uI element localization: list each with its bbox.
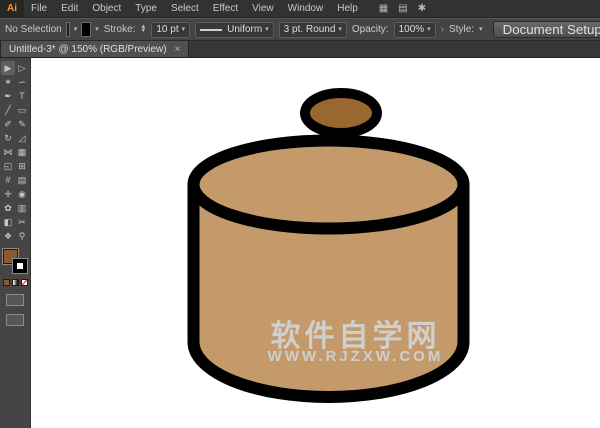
paintbrush-tool-icon[interactable]: ✐ — [1, 117, 15, 131]
artboard-canvas[interactable]: 软件自学网 WWW.RJZXW.COM — [31, 58, 600, 428]
width-profile-icon — [200, 28, 223, 31]
stroke-weight-caret-icon[interactable]: ▾ — [182, 26, 186, 33]
menu-bar: Ai File Edit Object Type Select Effect V… — [0, 0, 600, 18]
more-options-chevron-icon[interactable]: › — [441, 24, 444, 35]
tools-panel: ▶ ▷ ✶ ∽ ✒ T ╱ ▭ ✐ ✎ ↻ ◿ ⋈ ▦ ◱ ⊞ # ▤ ✛ ◉ ✿ ▥ ◧ ✂ ❖ ⚲ — [0, 58, 31, 428]
fill-color-swatch[interactable] — [65, 22, 70, 37]
menu-file[interactable]: File — [24, 0, 54, 18]
mesh-tool-icon[interactable]: # — [1, 173, 15, 187]
gradient-tool-icon[interactable]: ▤ — [15, 173, 29, 187]
menu-window[interactable]: Window — [281, 0, 331, 18]
pen-tool-icon[interactable]: ✒ — [1, 89, 15, 103]
stroke-color-swatch[interactable] — [81, 22, 92, 37]
artboard-tool-icon[interactable]: ◧ — [1, 215, 15, 229]
selection-status-label: No Selection — [5, 24, 62, 35]
hand-tool-icon[interactable]: ❖ — [1, 229, 15, 243]
line-segment-tool-icon[interactable]: ╱ — [1, 103, 15, 117]
fill-stroke-indicator[interactable] — [2, 248, 28, 274]
rotate-tool-icon[interactable]: ↻ — [1, 131, 15, 145]
menu-help[interactable]: Help — [330, 0, 365, 18]
stroke-weight-stepper[interactable]: ▲ ▼ — [140, 24, 146, 33]
document-tab-bar: Untitled-3* @ 150% (RGB/Preview) × — [0, 41, 600, 58]
brush-caret-icon[interactable]: ▾ — [338, 26, 342, 33]
eyedropper-tool-icon[interactable]: ✛ — [1, 187, 15, 201]
cs-services-icon[interactable]: ✱ — [418, 3, 426, 14]
scale-tool-icon[interactable]: ◿ — [15, 131, 29, 145]
blend-tool-icon[interactable]: ◉ — [15, 187, 29, 201]
perspective-grid-tool-icon[interactable]: ⊞ — [15, 159, 29, 173]
toolbar-stroke-swatch[interactable] — [12, 258, 28, 274]
pot-lid-shape[interactable] — [187, 134, 470, 235]
zoom-tool-icon[interactable]: ⚲ — [15, 229, 29, 243]
gradient-button-icon[interactable] — [11, 279, 19, 286]
screen-mode-icon[interactable] — [6, 314, 24, 326]
menu-effect[interactable]: Effect — [206, 0, 245, 18]
lasso-tool-icon[interactable]: ∽ — [15, 75, 29, 89]
stroke-weight-field[interactable]: 10 pt ▾ — [151, 21, 191, 38]
workspace-switcher-icon[interactable]: ▤ — [398, 3, 407, 14]
style-caret-icon[interactable]: ▾ — [479, 26, 483, 33]
pot-knob-shape[interactable] — [300, 88, 382, 138]
menu-object[interactable]: Object — [85, 0, 128, 18]
slice-tool-icon[interactable]: ✂ — [15, 215, 29, 229]
variable-width-dropdown[interactable]: Uniform ▾ — [195, 21, 274, 38]
menu-edit[interactable]: Edit — [54, 0, 85, 18]
opacity-caret-icon[interactable]: ▾ — [427, 26, 431, 33]
tab-close-icon[interactable]: × — [174, 44, 180, 55]
direct-selection-tool-icon[interactable]: ▷ — [15, 61, 29, 75]
rectangle-tool-icon[interactable]: ▭ — [15, 103, 29, 117]
symbol-sprayer-tool-icon[interactable]: ✿ — [1, 201, 15, 215]
illustrator-logo: Ai — [0, 0, 24, 18]
drawing-modes-icon[interactable] — [6, 294, 24, 306]
document-tab[interactable]: Untitled-3* @ 150% (RGB/Preview) × — [0, 41, 190, 57]
shape-builder-tool-icon[interactable]: ◱ — [1, 159, 15, 173]
fill-dropdown-caret-icon[interactable]: ▾ — [74, 26, 78, 33]
selection-tool-icon[interactable]: ▶ — [1, 61, 15, 75]
opacity-label: Opacity: — [351, 24, 389, 35]
width-tool-icon[interactable]: ⋈ — [1, 145, 15, 159]
pot-illustration — [187, 88, 470, 403]
document-tab-title: Untitled-3* @ 150% (RGB/Preview) — [9, 43, 167, 55]
brush-definition-dropdown[interactable]: 3 pt. Round ▾ — [278, 21, 347, 38]
toolbar-tools: ▶ ▷ ✶ ∽ ✒ T ╱ ▭ ✐ ✎ ↻ ◿ ⋈ ▦ ◱ ⊞ # ▤ ✛ ◉ ✿ ▥ ◧ ✂ ❖ ⚲ — [1, 61, 29, 243]
variable-width-caret-icon[interactable]: ▾ — [265, 26, 269, 33]
menu-view[interactable]: View — [245, 0, 281, 18]
type-tool-icon[interactable]: T — [15, 89, 29, 103]
magic-wand-tool-icon[interactable]: ✶ — [1, 75, 15, 89]
free-transform-tool-icon[interactable]: ▦ — [15, 145, 29, 159]
stroke-label: Stroke: — [103, 24, 136, 35]
menu-select[interactable]: Select — [164, 0, 206, 18]
control-bar: No Selection ▾ ▾ Stroke: ▲ ▼ 10 pt ▾ Unif… — [0, 18, 600, 41]
menu-type[interactable]: Type — [128, 0, 164, 18]
opacity-field[interactable]: 100% ▾ — [393, 21, 436, 38]
color-button-icon[interactable] — [2, 279, 10, 286]
arrange-documents-icon[interactable]: ▦ — [379, 3, 388, 14]
style-label: Style: — [449, 24, 475, 35]
document-setup-button[interactable]: Document Setup — [492, 21, 600, 38]
stroke-dropdown-caret-icon[interactable]: ▾ — [95, 26, 99, 33]
none-button-icon[interactable] — [20, 279, 28, 286]
pencil-tool-icon[interactable]: ✎ — [15, 117, 29, 131]
column-graph-tool-icon[interactable]: ▥ — [15, 201, 29, 215]
